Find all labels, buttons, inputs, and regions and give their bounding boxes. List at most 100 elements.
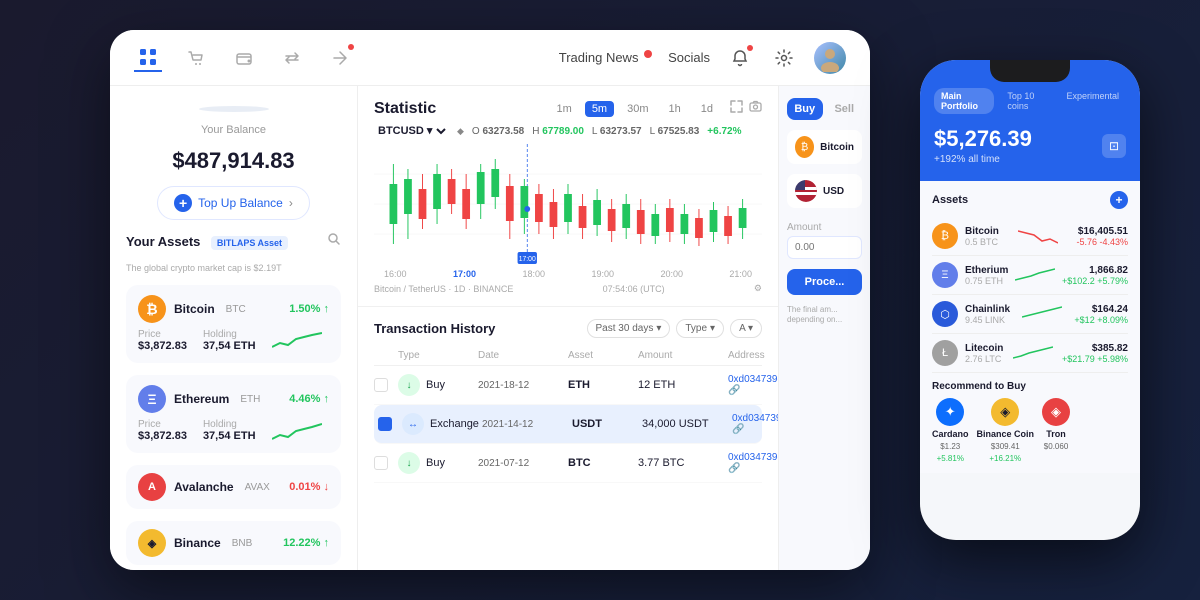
time-1d[interactable]: 1d [694,101,720,117]
time-1m[interactable]: 1m [550,101,579,117]
cardano-name: Cardano [932,429,969,439]
bnb-change: 12.22% ↑ [283,537,329,549]
time-filters: 1m 5m 30m 1h 1d [550,100,762,118]
phone-eth-icon: Ξ [932,262,958,288]
bnb-name: Binance [174,536,221,550]
recommend-cardano[interactable]: ✦ Cardano $1.23 +5.81% [932,398,969,463]
time-30m[interactable]: 30m [620,101,655,117]
tx-type-icon-1: ↓ [398,374,420,396]
ethereum-card[interactable]: Ξ Ethereum ETH 4.46% ↑ Price $3,872.83 [126,375,341,453]
period-filter[interactable]: Past 30 days ▾ [587,319,671,338]
tx-address-3[interactable]: 0xd034739c2...ae80 🔗 [728,452,778,474]
tx-checkbox-2[interactable] [378,417,392,431]
phone-link-change: +$12 +8.09% [1074,315,1128,325]
tx-row-1: ↓ Buy 2021-18-12 ETH 12 ETH 0xd034739c2.… [374,366,762,405]
avax-symbol: AVAX [245,482,270,493]
bitcoin-card[interactable]: ₿ Bitcoin BTC 1.50% ↑ Price $3,872.83 [126,285,341,363]
tx-row-2: ↔ Exchange 2021-14-12 USDT 34,000 USDT 0… [374,405,762,444]
recommend-bnb[interactable]: ◈ Binance Coin $309.41 +16.21% [977,398,1035,463]
time-1h[interactable]: 1h [662,101,688,117]
tron-price: $0.060 [1044,442,1068,451]
eth-change: 4.46% ↑ [289,393,329,405]
type-filter[interactable]: Type ▾ [676,319,724,338]
tx-checkbox-1[interactable] [374,378,388,392]
phone-assets-title: Assets + [932,191,1128,209]
tx-address-2[interactable]: 0xd034739c2...ae80 🔗 [732,413,778,435]
recommend-tron[interactable]: ◈ Tron $0.060 [1042,398,1070,463]
nav-icon-exchange[interactable] [326,44,354,72]
nav-icon-dashboard[interactable] [134,44,162,72]
phone-asset-btc[interactable]: ₿ Bitcoin 0.5 BTC $16,405.51 -5.76 -4.43… [932,217,1128,256]
topup-button[interactable]: + Top Up Balance › [157,186,310,220]
trading-news-dot [644,50,652,58]
phone-body: Assets + ₿ Bitcoin 0.5 BTC [920,181,1140,473]
more-filter[interactable]: A ▾ [730,319,762,338]
open-val: O 63273.58 [472,126,524,137]
tx-section: Transaction History Past 30 days ▾ Type … [358,307,778,570]
usd-option[interactable]: USD [787,174,862,208]
topup-plus-icon: + [174,194,192,212]
avax-change: 0.01% ↓ [289,481,329,493]
assets-search-icon[interactable] [327,232,341,251]
btc-price: $3,872.83 [138,340,187,352]
phone-tab-experimental[interactable]: Experimental [1059,88,1126,114]
eth-symbol: ETH [240,394,260,405]
bnb-rec-icon: ◈ [991,398,1019,426]
bitcoin-option[interactable]: ₿ Bitcoin [787,130,862,164]
eth-price: $3,872.83 [138,430,187,442]
tx-type-icon-3: ↓ [398,452,420,474]
tx-date-3: 2021-07-12 [478,458,568,469]
tx-type-3: Buy [426,457,445,469]
tx-address-1[interactable]: 0xd034739c2...ae80 🔗 [728,374,778,396]
tx-amount-2: 34,000 USDT [642,418,732,430]
phone-tab-top10[interactable]: Top 10 coins [1000,88,1053,114]
notification-icon[interactable] [726,44,754,72]
tron-icon: ◈ [1042,398,1070,426]
nav-icon-wallet[interactable] [230,44,258,72]
phone-tab-main[interactable]: Main Portfolio [934,88,994,114]
sell-tab[interactable]: Sell [827,98,863,120]
chart-camera-icon[interactable] [749,100,762,118]
chart-footer: Bitcoin / TetherUS · 1D · BINANCE 07:54:… [374,279,762,298]
socials-link[interactable]: Socials [668,50,710,65]
nav-icon-cart[interactable] [182,44,210,72]
chart-settings-icon[interactable]: ⚙ [754,283,762,294]
nav-icon-transfer[interactable] [278,44,306,72]
eth-holding: 37,54 ETH [203,430,256,442]
eth-icon: Ξ [138,385,166,413]
tx-checkbox-3[interactable] [374,456,388,470]
avalanche-card[interactable]: A Avalanche AVAX 0.01% ↓ [126,465,341,509]
tx-asset-3: BTC [568,457,638,469]
time-5m[interactable]: 5m [585,101,614,117]
add-asset-button[interactable]: + [1110,191,1128,209]
trading-news-link[interactable]: Trading News [559,50,652,65]
chart-expand-icon[interactable] [730,100,743,118]
chart-pair-info: Bitcoin / TetherUS · 1D · BINANCE [374,284,513,294]
settings-icon[interactable] [770,44,798,72]
chart-subtitle: BTCUSD ▾ ◆ O 63273.58 H 67789.00 L 63273… [374,124,762,138]
tablet-screen: Trading News Socials [110,30,870,570]
binance-card[interactable]: ◈ Binance BNB 12.22% ↑ [126,521,341,565]
bitcoin-opt-label: Bitcoin [820,142,854,153]
phone-btc-name: Bitcoin [965,226,999,237]
cardano-change: +5.81% [937,454,964,463]
phone-link-qty: 9.45 LINK [965,315,1010,325]
chart-title: Statistic [374,100,436,118]
nav-icons-left [134,44,354,72]
phone-asset-ltc[interactable]: Ł Litecoin 2.76 LTC $385.82 +$21.79 +5.9… [932,334,1128,373]
phone-asset-link[interactable]: ⬡ Chainlink 9.45 LINK $164.24 +$12 +8.09… [932,295,1128,334]
buy-tab[interactable]: Buy [787,98,823,120]
phone-expand-icon[interactable]: ⊡ [1102,134,1126,158]
high-val: H 67789.00 [532,126,584,137]
usd-flag-icon [795,180,817,202]
amount-input[interactable] [787,236,862,259]
tx-filters: Past 30 days ▾ Type ▾ A ▾ [587,319,762,338]
chart-section: Statistic 1m 5m 30m 1h 1d [358,86,778,307]
proceed-button[interactable]: Proce... [787,269,862,295]
phone-eth-change: +$102.2 +5.79% [1062,276,1128,286]
bitlaps-badge: BITLAPS Asset [211,236,288,250]
user-avatar-nav[interactable] [814,42,846,74]
phone-asset-eth[interactable]: Ξ Etherium 0.75 ETH 1,866.82 +$102.2 +5.… [932,256,1128,295]
tx-header: Transaction History Past 30 days ▾ Type … [374,319,762,338]
pair-select[interactable]: BTCUSD ▾ [374,124,449,138]
